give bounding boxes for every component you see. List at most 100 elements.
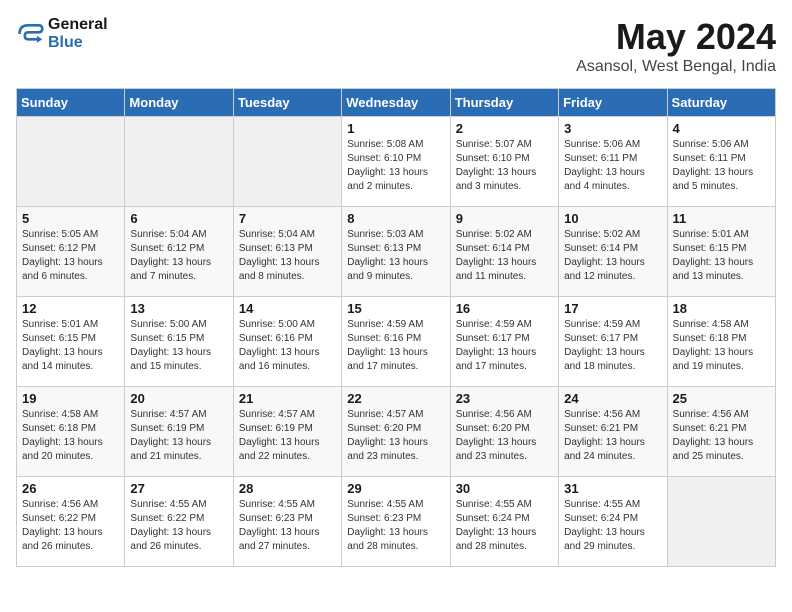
day-info: Sunrise: 5:02 AM Sunset: 6:14 PM Dayligh…	[564, 228, 661, 284]
calendar-cell: 28 Sunrise: 4:55 AM Sunset: 6:23 PM Dayli…	[233, 477, 341, 567]
day-info: Sunrise: 4:57 AM Sunset: 6:19 PM Dayligh…	[130, 408, 227, 464]
day-number: 11	[673, 211, 770, 226]
day-header-saturday: Saturday	[667, 89, 775, 117]
header-row: SundayMondayTuesdayWednesdayThursdayFrid…	[17, 89, 776, 117]
day-info: Sunrise: 4:56 AM Sunset: 6:22 PM Dayligh…	[22, 498, 119, 554]
day-info: Sunrise: 5:00 AM Sunset: 6:16 PM Dayligh…	[239, 318, 336, 374]
calendar-cell: 2 Sunrise: 5:07 AM Sunset: 6:10 PM Daylig…	[450, 117, 558, 207]
day-number: 13	[130, 301, 227, 316]
calendar-cell: 15 Sunrise: 4:59 AM Sunset: 6:16 PM Dayli…	[342, 297, 450, 387]
day-info: Sunrise: 5:03 AM Sunset: 6:13 PM Dayligh…	[347, 228, 444, 284]
calendar-cell: 7 Sunrise: 5:04 AM Sunset: 6:13 PM Daylig…	[233, 207, 341, 297]
day-info: Sunrise: 5:04 AM Sunset: 6:12 PM Dayligh…	[130, 228, 227, 284]
calendar-table: SundayMondayTuesdayWednesdayThursdayFrid…	[16, 88, 776, 567]
day-info: Sunrise: 5:07 AM Sunset: 6:10 PM Dayligh…	[456, 138, 553, 194]
calendar-cell: 19 Sunrise: 4:58 AM Sunset: 6:18 PM Dayli…	[17, 387, 125, 477]
day-number: 26	[22, 481, 119, 496]
calendar-cell: 31 Sunrise: 4:55 AM Sunset: 6:24 PM Dayli…	[559, 477, 667, 567]
calendar-cell: 16Sunrise: 4:59 AM Sunset: 6:17 PM Dayli…	[450, 297, 558, 387]
calendar-cell	[667, 477, 775, 567]
day-header-wednesday: Wednesday	[342, 89, 450, 117]
day-number: 22	[347, 391, 444, 406]
day-info: Sunrise: 4:57 AM Sunset: 6:20 PM Dayligh…	[347, 408, 444, 464]
day-info: Sunrise: 5:02 AM Sunset: 6:14 PM Dayligh…	[456, 228, 553, 284]
day-number: 28	[239, 481, 336, 496]
day-number: 6	[130, 211, 227, 226]
day-header-monday: Monday	[125, 89, 233, 117]
calendar-cell: 6 Sunrise: 5:04 AM Sunset: 6:12 PM Daylig…	[125, 207, 233, 297]
day-number: 25	[673, 391, 770, 406]
day-number: 8	[347, 211, 444, 226]
day-info: Sunrise: 5:05 AM Sunset: 6:12 PM Dayligh…	[22, 228, 119, 284]
day-number: 7	[239, 211, 336, 226]
day-info: Sunrise: 4:59 AM Sunset: 6:17 PM Dayligh…	[564, 318, 661, 374]
day-info: Sunrise: 5:08 AM Sunset: 6:10 PM Dayligh…	[347, 138, 444, 194]
day-header-friday: Friday	[559, 89, 667, 117]
month-title: May 2024	[576, 16, 776, 58]
day-number: 10	[564, 211, 661, 226]
calendar-cell: 8 Sunrise: 5:03 AM Sunset: 6:13 PM Daylig…	[342, 207, 450, 297]
logo: General Blue	[16, 16, 108, 51]
calendar-cell: 14Sunrise: 5:00 AM Sunset: 6:16 PM Dayli…	[233, 297, 341, 387]
calendar-cell: 13 Sunrise: 5:00 AM Sunset: 6:15 PM Dayli…	[125, 297, 233, 387]
day-number: 17	[564, 301, 661, 316]
day-info: Sunrise: 4:55 AM Sunset: 6:24 PM Dayligh…	[564, 498, 661, 554]
logo-icon	[16, 20, 44, 48]
calendar-week-2: 5Sunrise: 5:05 AM Sunset: 6:12 PM Daylig…	[17, 207, 776, 297]
calendar-cell	[17, 117, 125, 207]
day-header-thursday: Thursday	[450, 89, 558, 117]
calendar-cell: 20 Sunrise: 4:57 AM Sunset: 6:19 PM Dayli…	[125, 387, 233, 477]
day-info: Sunrise: 5:01 AM Sunset: 6:15 PM Dayligh…	[673, 228, 770, 284]
day-info: Sunrise: 4:55 AM Sunset: 6:22 PM Dayligh…	[130, 498, 227, 554]
calendar-week-4: 19 Sunrise: 4:58 AM Sunset: 6:18 PM Dayli…	[17, 387, 776, 477]
day-number: 1	[347, 121, 444, 136]
day-info: Sunrise: 5:00 AM Sunset: 6:15 PM Dayligh…	[130, 318, 227, 374]
day-info: Sunrise: 4:55 AM Sunset: 6:24 PM Dayligh…	[456, 498, 553, 554]
day-header-sunday: Sunday	[17, 89, 125, 117]
calendar-cell: 27Sunrise: 4:55 AM Sunset: 6:22 PM Dayli…	[125, 477, 233, 567]
day-number: 15	[347, 301, 444, 316]
calendar-cell: 3Sunrise: 5:06 AM Sunset: 6:11 PM Daylig…	[559, 117, 667, 207]
logo-text: General Blue	[48, 16, 108, 51]
day-number: 21	[239, 391, 336, 406]
day-number: 30	[456, 481, 553, 496]
calendar-cell: 4Sunrise: 5:06 AM Sunset: 6:11 PM Daylig…	[667, 117, 775, 207]
day-info: Sunrise: 4:55 AM Sunset: 6:23 PM Dayligh…	[239, 498, 336, 554]
calendar-cell: 9 Sunrise: 5:02 AM Sunset: 6:14 PM Daylig…	[450, 207, 558, 297]
day-number: 4	[673, 121, 770, 136]
day-info: Sunrise: 5:04 AM Sunset: 6:13 PM Dayligh…	[239, 228, 336, 284]
day-number: 9	[456, 211, 553, 226]
title-block: May 2024 Asansol, West Bengal, India	[576, 16, 776, 76]
calendar-cell	[233, 117, 341, 207]
calendar-cell: 30 Sunrise: 4:55 AM Sunset: 6:24 PM Dayli…	[450, 477, 558, 567]
calendar-week-3: 12Sunrise: 5:01 AM Sunset: 6:15 PM Dayli…	[17, 297, 776, 387]
day-info: Sunrise: 4:58 AM Sunset: 6:18 PM Dayligh…	[673, 318, 770, 374]
day-number: 2	[456, 121, 553, 136]
day-info: Sunrise: 4:56 AM Sunset: 6:21 PM Dayligh…	[564, 408, 661, 464]
calendar-cell: 17 Sunrise: 4:59 AM Sunset: 6:17 PM Dayli…	[559, 297, 667, 387]
day-info: Sunrise: 4:57 AM Sunset: 6:19 PM Dayligh…	[239, 408, 336, 464]
day-number: 18	[673, 301, 770, 316]
day-number: 29	[347, 481, 444, 496]
calendar-cell: 24 Sunrise: 4:56 AM Sunset: 6:21 PM Dayli…	[559, 387, 667, 477]
day-info: Sunrise: 4:58 AM Sunset: 6:18 PM Dayligh…	[22, 408, 119, 464]
calendar-cell: 5Sunrise: 5:05 AM Sunset: 6:12 PM Daylig…	[17, 207, 125, 297]
calendar-cell: 11 Sunrise: 5:01 AM Sunset: 6:15 PM Dayli…	[667, 207, 775, 297]
day-number: 19	[22, 391, 119, 406]
calendar-cell: 1 Sunrise: 5:08 AM Sunset: 6:10 PM Daylig…	[342, 117, 450, 207]
page-header: General Blue May 2024 Asansol, West Beng…	[16, 16, 776, 76]
day-number: 31	[564, 481, 661, 496]
day-number: 20	[130, 391, 227, 406]
calendar-cell: 29Sunrise: 4:55 AM Sunset: 6:23 PM Dayli…	[342, 477, 450, 567]
calendar-cell: 26 Sunrise: 4:56 AM Sunset: 6:22 PM Dayli…	[17, 477, 125, 567]
calendar-cell: 25Sunrise: 4:56 AM Sunset: 6:21 PM Dayli…	[667, 387, 775, 477]
day-number: 16	[456, 301, 553, 316]
day-number: 23	[456, 391, 553, 406]
calendar-cell: 18 Sunrise: 4:58 AM Sunset: 6:18 PM Dayli…	[667, 297, 775, 387]
day-info: Sunrise: 4:59 AM Sunset: 6:16 PM Dayligh…	[347, 318, 444, 374]
calendar-week-5: 26 Sunrise: 4:56 AM Sunset: 6:22 PM Dayli…	[17, 477, 776, 567]
day-info: Sunrise: 5:01 AM Sunset: 6:15 PM Dayligh…	[22, 318, 119, 374]
calendar-week-1: 1 Sunrise: 5:08 AM Sunset: 6:10 PM Daylig…	[17, 117, 776, 207]
day-number: 24	[564, 391, 661, 406]
day-info: Sunrise: 4:56 AM Sunset: 6:20 PM Dayligh…	[456, 408, 553, 464]
